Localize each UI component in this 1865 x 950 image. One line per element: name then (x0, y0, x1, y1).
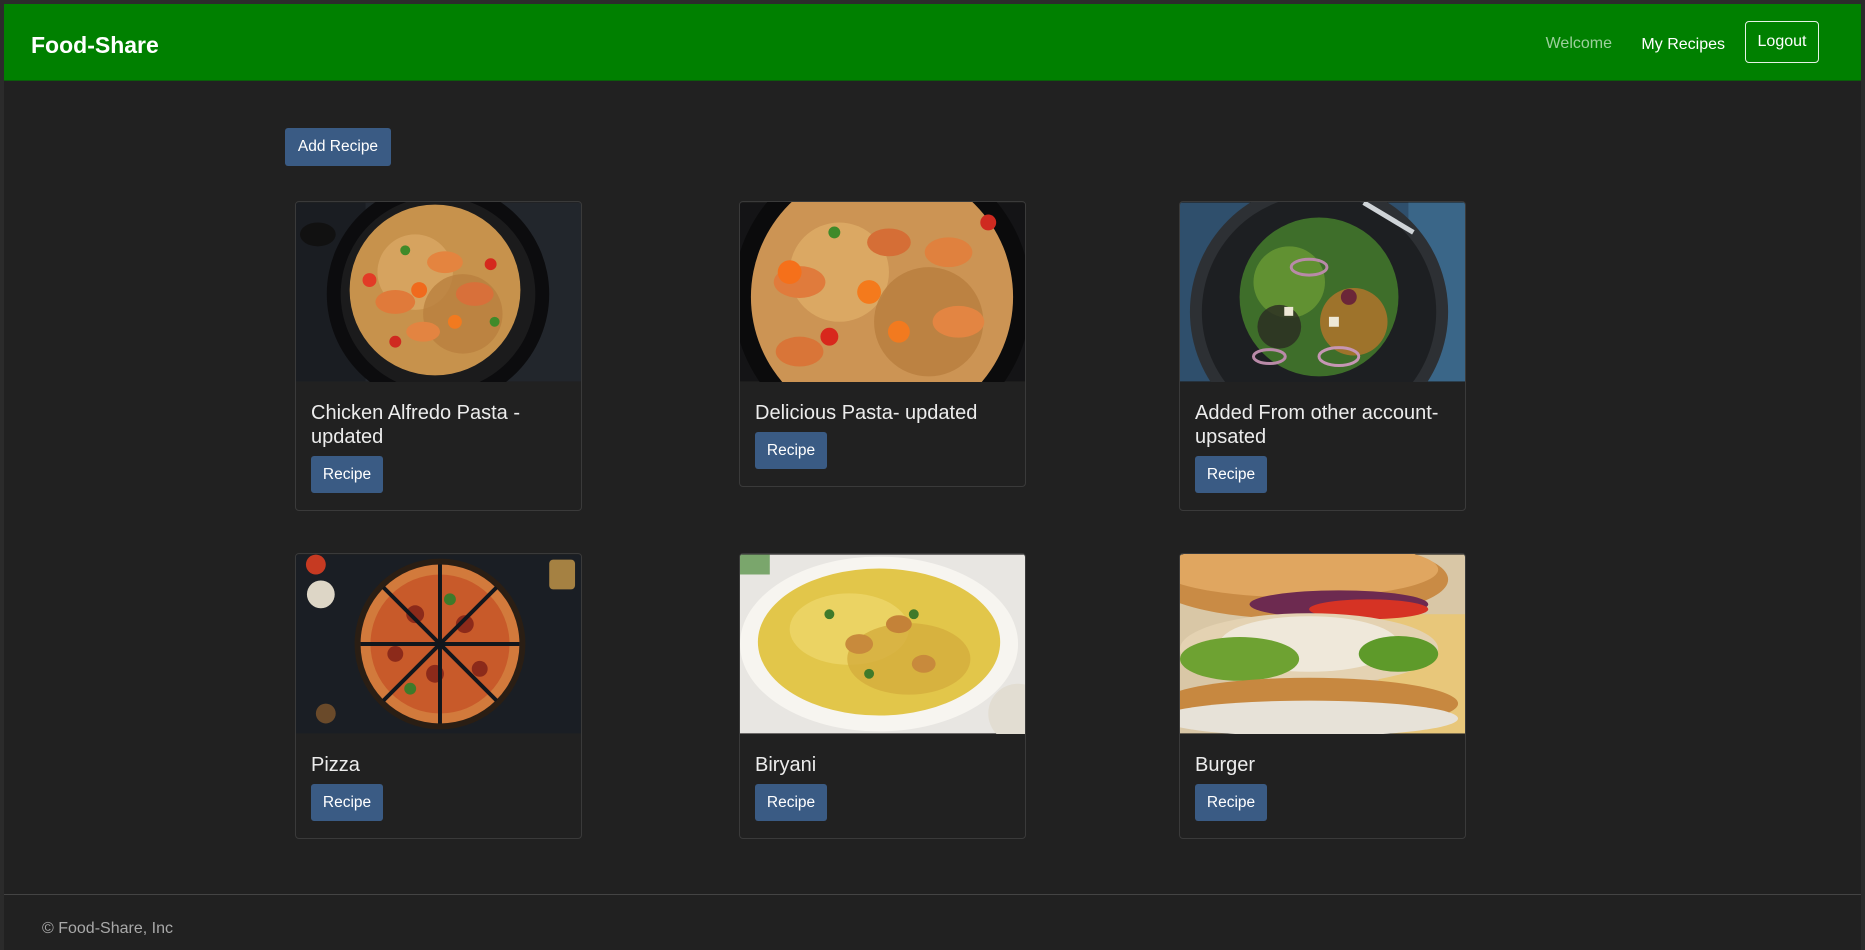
brand-link[interactable]: Food-Share (31, 32, 159, 59)
recipe-title: Burger (1195, 754, 1256, 776)
recipe-card: Delicious Pasta- updated Recipe (739, 201, 1026, 487)
recipe-card: Burger Recipe (1179, 553, 1466, 839)
recipe-title: Delicious Pasta- updated (755, 402, 978, 424)
recipe-title: Added From other account- upsated (1195, 402, 1439, 448)
add-recipe-button[interactable]: Add Recipe (285, 128, 391, 166)
recipe-button[interactable]: Recipe (755, 432, 827, 469)
recipe-card: Biryani Recipe (739, 553, 1026, 839)
recipe-image (1180, 202, 1465, 382)
recipe-button[interactable]: Recipe (311, 456, 383, 493)
recipe-card: Pizza Recipe (295, 553, 582, 839)
recipe-button[interactable]: Recipe (755, 784, 827, 821)
recipe-image (740, 202, 1025, 382)
footer-copyright: © Food-Share, Inc (42, 920, 173, 937)
recipe-title: Chicken Alfredo Pasta - updated (311, 402, 520, 448)
recipe-image (296, 202, 581, 382)
logout-button[interactable]: Logout (1745, 21, 1819, 63)
recipe-card: Added From other account- upsated Recipe (1179, 201, 1466, 511)
recipe-button[interactable]: Recipe (1195, 456, 1267, 493)
recipe-title: Pizza (311, 754, 360, 776)
page: Food-Share Welcome My Recipes Logout Add… (4, 4, 1861, 950)
welcome-text: Welcome (1545, 35, 1612, 52)
recipe-image (740, 554, 1025, 734)
recipe-button[interactable]: Recipe (311, 784, 383, 821)
recipe-button[interactable]: Recipe (1195, 784, 1267, 821)
recipe-title: Biryani (755, 754, 817, 776)
navbar: Food-Share Welcome My Recipes Logout (4, 4, 1861, 81)
recipe-image (1180, 554, 1465, 734)
recipe-image (296, 554, 581, 734)
my-recipes-link[interactable]: My Recipes (1641, 36, 1725, 54)
footer: © Food-Share, Inc (4, 894, 1861, 950)
recipe-card: Chicken Alfredo Pasta - updated Recipe (295, 201, 582, 511)
